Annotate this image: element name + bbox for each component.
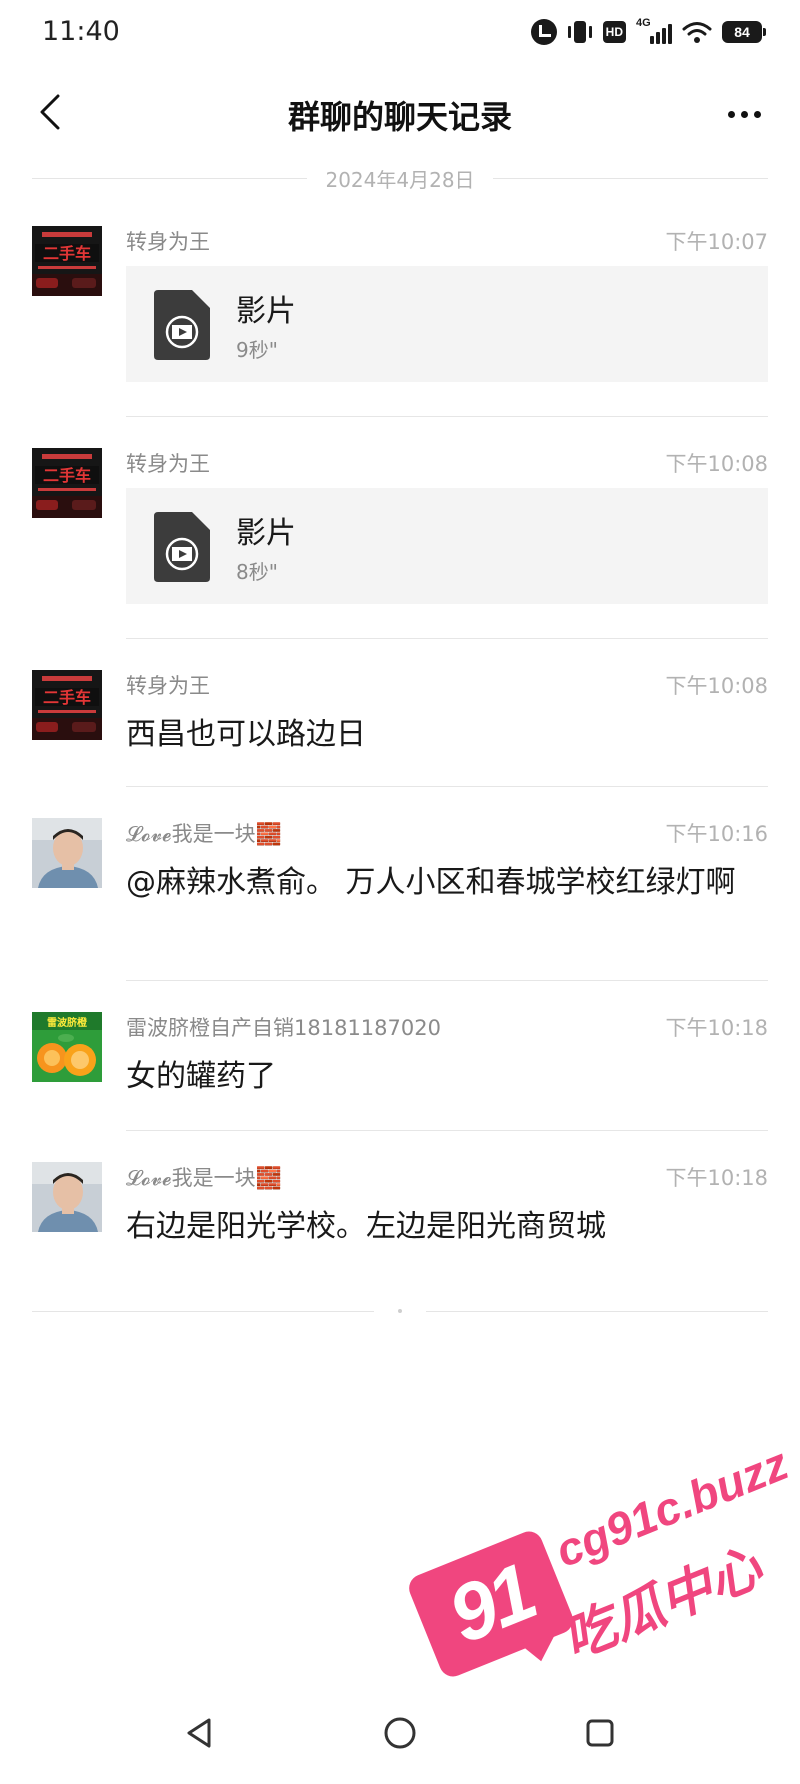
more-dots-icon xyxy=(727,110,735,118)
video-duration: 8秒" xyxy=(236,560,278,584)
message-item[interactable]: 二手车 转身为王 下午10:08 影片 8秒" xyxy=(0,448,800,608)
system-home-button[interactable] xyxy=(375,1708,425,1758)
watermark: 91 cg91c.buzz 吃瓜中心 xyxy=(400,1437,800,1681)
avatar-car-text: 二手车 xyxy=(43,688,91,707)
system-recent-button[interactable] xyxy=(575,1708,625,1758)
message-item[interactable]: 二手车 转身为王 下午10:07 影片 9秒" xyxy=(0,226,800,386)
message-time: 下午10:08 xyxy=(665,452,768,476)
message-item[interactable]: 雷波脐橙 雷波脐橙自产自销18181187020 下午10:18 女的罐药了 xyxy=(0,1012,800,1112)
vibrate-icon xyxy=(567,20,593,44)
message-item[interactable]: 𝓛𝓸𝓿𝓮我是一块🧱 下午10:18 右边是阳光学校。左边是阳光商贸城 xyxy=(0,1162,800,1262)
message-time: 下午10:07 xyxy=(665,230,768,254)
divider xyxy=(126,638,768,639)
sender-name: 转身为王 xyxy=(126,230,210,254)
divider xyxy=(126,416,768,417)
watermark-number: 91 xyxy=(436,1547,546,1660)
triangle-back-icon xyxy=(187,1718,211,1748)
status-bar: 11:40 HD 4G 84 xyxy=(0,0,800,64)
avatar[interactable]: 雷波脐橙 xyxy=(32,1012,102,1082)
sender-name: 转身为王 xyxy=(126,452,210,476)
alarm-icon xyxy=(530,19,557,45)
message-item[interactable]: 𝓛𝓸𝓿𝓮我是一块🧱 下午10:16 @麻辣水煮俞。 万人小区和春城学校红绿灯啊 xyxy=(0,818,800,968)
status-icons: HD 4G 84 xyxy=(530,17,766,46)
hd-icon: HD xyxy=(602,21,626,43)
divider xyxy=(126,1130,768,1131)
avatar-car-text: 二手车 xyxy=(43,466,91,485)
avatar-orange-text: 雷波脐橙 xyxy=(47,1016,88,1029)
wifi-icon xyxy=(682,20,712,44)
message-text: 西昌也可以路边日 xyxy=(126,717,366,752)
end-divider xyxy=(32,1306,768,1316)
video-title: 影片 xyxy=(236,294,296,329)
video-card[interactable]: 影片 9秒" xyxy=(126,266,768,382)
avatar[interactable]: 二手车 xyxy=(32,670,102,740)
message-item[interactable]: 二手车 转身为王 下午10:08 西昌也可以路边日 xyxy=(0,670,800,770)
date-divider: 2024年4月28日 xyxy=(32,164,769,192)
message-text: 右边是阳光学校。左边是阳光商贸城 xyxy=(126,1209,606,1244)
avatar[interactable] xyxy=(32,1162,102,1232)
system-nav-bar xyxy=(0,1684,800,1784)
battery-icon: 84 xyxy=(722,21,766,43)
square-recent-icon xyxy=(586,1719,614,1747)
status-time: 11:40 xyxy=(42,16,120,47)
message-time: 下午10:08 xyxy=(665,674,768,698)
sender-name: 转身为王 xyxy=(126,674,210,698)
avatar-car-text: 二手车 xyxy=(43,244,91,263)
video-title: 影片 xyxy=(236,516,296,551)
divider xyxy=(126,786,768,787)
message-time: 下午10:18 xyxy=(665,1016,768,1040)
message-text: 女的罐药了 xyxy=(126,1059,276,1094)
sender-name: 𝓛𝓸𝓿𝓮我是一块🧱 xyxy=(126,1166,282,1190)
signal-icon: 4G xyxy=(636,17,672,45)
system-back-button[interactable] xyxy=(175,1708,225,1758)
video-file-icon xyxy=(154,290,210,360)
avatar[interactable]: 二手车 xyxy=(32,448,102,518)
message-text: @麻辣水煮俞。 万人小区和春城学校红绿灯啊 xyxy=(126,865,736,900)
sender-name: 𝓛𝓸𝓿𝓮我是一块🧱 xyxy=(126,822,282,846)
message-time: 下午10:16 xyxy=(665,822,768,846)
avatar[interactable] xyxy=(32,818,102,888)
circle-home-icon xyxy=(384,1717,416,1749)
sender-name: 雷波脐橙自产自销18181187020 xyxy=(126,1016,441,1040)
date-label: 2024年4月28日 xyxy=(325,167,475,192)
message-time: 下午10:18 xyxy=(665,1166,768,1190)
more-button[interactable] xyxy=(716,86,772,142)
avatar[interactable]: 二手车 xyxy=(32,226,102,296)
video-card[interactable]: 影片 8秒" xyxy=(126,488,768,604)
page-title: 群聊的聊天记录 xyxy=(287,98,512,136)
nav-bar: 群聊的聊天记录 xyxy=(0,64,800,160)
divider xyxy=(126,980,768,981)
network-tag: 4G xyxy=(636,17,651,29)
video-duration: 9秒" xyxy=(236,338,278,362)
video-file-icon xyxy=(154,512,210,582)
